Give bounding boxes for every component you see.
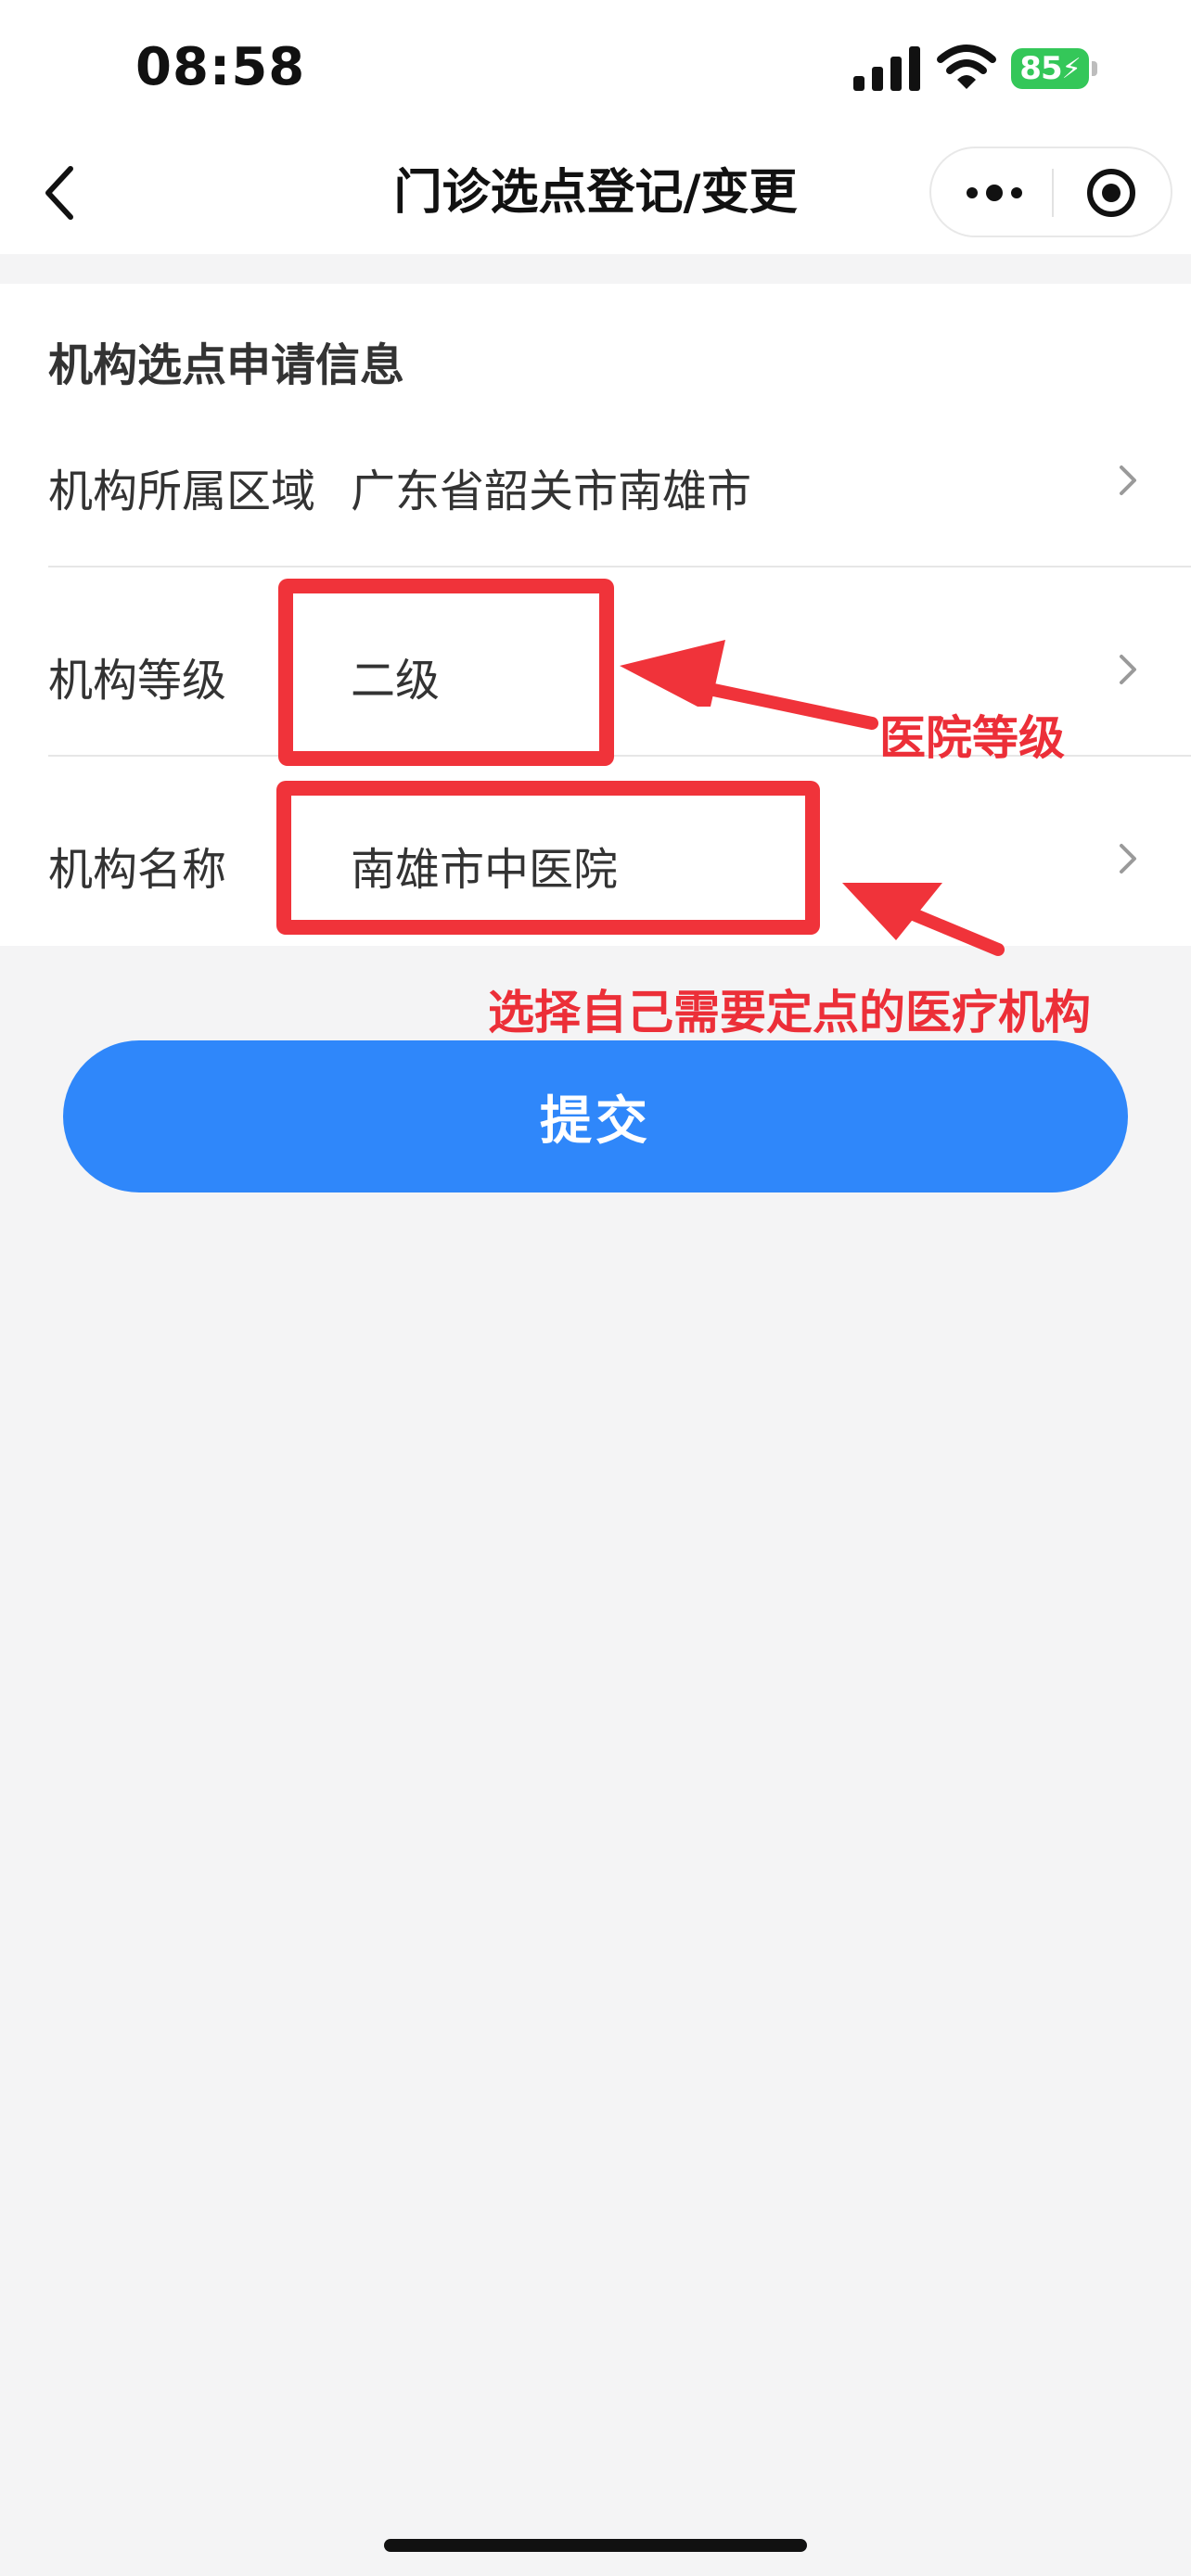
level-label: 机构等级 (48, 655, 227, 707)
back-icon[interactable] (41, 163, 78, 223)
status-time: 08:58 (135, 37, 306, 97)
name-annotation-label: 选择自己需要定点的医疗机构 (488, 986, 1091, 1039)
charging-bolt-icon: ⚡ (1061, 52, 1082, 85)
row-divider (48, 566, 1191, 567)
region-value[interactable]: 广东省韶关市南雄市 (351, 454, 751, 519)
level-annotation-label: 医院等级 (879, 711, 1065, 765)
name-label: 机构名称 (48, 844, 227, 896)
target-icon[interactable] (1085, 167, 1137, 219)
name-annotation-box (276, 781, 820, 935)
section-title: 机构选点申请信息 (48, 339, 405, 391)
page-title: 门诊选点登记/变更 (393, 165, 798, 221)
chevron-right-icon[interactable] (1117, 840, 1139, 877)
battery-percent: 85 (1019, 50, 1062, 87)
level-annotation-box (278, 579, 614, 766)
submit-button[interactable]: 提交 (63, 1040, 1128, 1192)
wifi-icon (937, 45, 996, 89)
chevron-right-icon[interactable] (1117, 462, 1139, 499)
home-indicator[interactable] (384, 2539, 807, 2552)
chevron-right-icon[interactable] (1117, 651, 1139, 688)
signal-icon (853, 46, 920, 91)
region-label: 机构所属区域 (48, 465, 316, 517)
battery-level: 85 ⚡ (1011, 48, 1089, 89)
more-icon[interactable] (961, 172, 1028, 213)
battery-icon: 85 ⚡ (1011, 48, 1097, 89)
battery-cap (1092, 61, 1097, 76)
capsule-divider (1052, 169, 1054, 217)
